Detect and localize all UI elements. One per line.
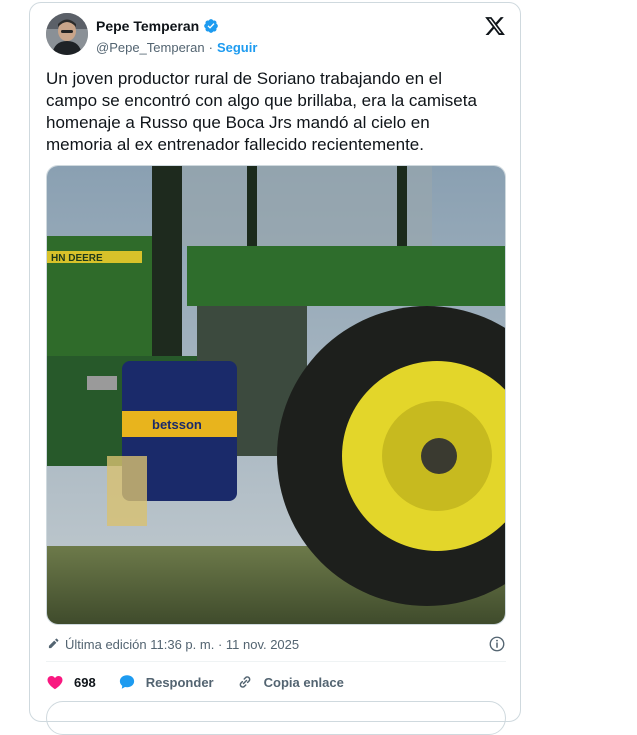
reply-bubble-icon [119,675,134,689]
tweet-actions: 698 Responder Copia enlace [46,669,506,695]
tweet-text: Un joven productor rural de Soriano trab… [46,69,477,154]
handle-separator: · [208,40,213,55]
reply-button[interactable]: Responder [118,673,214,691]
author-name-row: Pepe Temperan [96,18,219,34]
author-handle-row: @Pepe_Temperan · Seguir [96,40,257,55]
tractor-brand-text: HN DEERE [51,253,103,264]
like-button[interactable]: 698 [46,673,96,691]
like-count: 698 [74,674,96,690]
copy-link-button[interactable]: Copia enlace [236,673,344,691]
shirt-sponsor-text: betsson [152,417,202,432]
author-handle[interactable]: @Pepe_Temperan [96,40,205,55]
divider [46,661,506,662]
follow-button[interactable]: Seguir [217,40,257,55]
pencil-icon [46,637,60,651]
tweet-photo[interactable]: HN DEERE betsson [46,165,506,625]
read-replies-button[interactable] [46,701,506,735]
reply-label: Responder [145,674,214,690]
x-logo-icon[interactable] [484,15,506,37]
avatar[interactable] [46,13,88,55]
tweet-header: Pepe Temperan @Pepe_Temperan · Seguir [46,13,506,59]
verified-badge-icon [203,18,219,34]
avatar-image [46,13,88,55]
link-icon [239,676,250,688]
heart-icon [47,676,63,690]
edited-timestamp[interactable]: Última edición 11:36 p. m. · 11 nov. 202… [65,637,299,652]
author-display-name[interactable]: Pepe Temperan [96,18,199,34]
info-icon[interactable] [488,635,506,653]
tweet-meta: Última edición 11:36 p. m. · 11 nov. 202… [46,633,506,655]
copy-link-label: Copia enlace [263,674,344,690]
tweet-card: Pepe Temperan @Pepe_Temperan · Seguir Un… [29,2,521,735]
photo-image: HN DEERE betsson [47,166,505,624]
